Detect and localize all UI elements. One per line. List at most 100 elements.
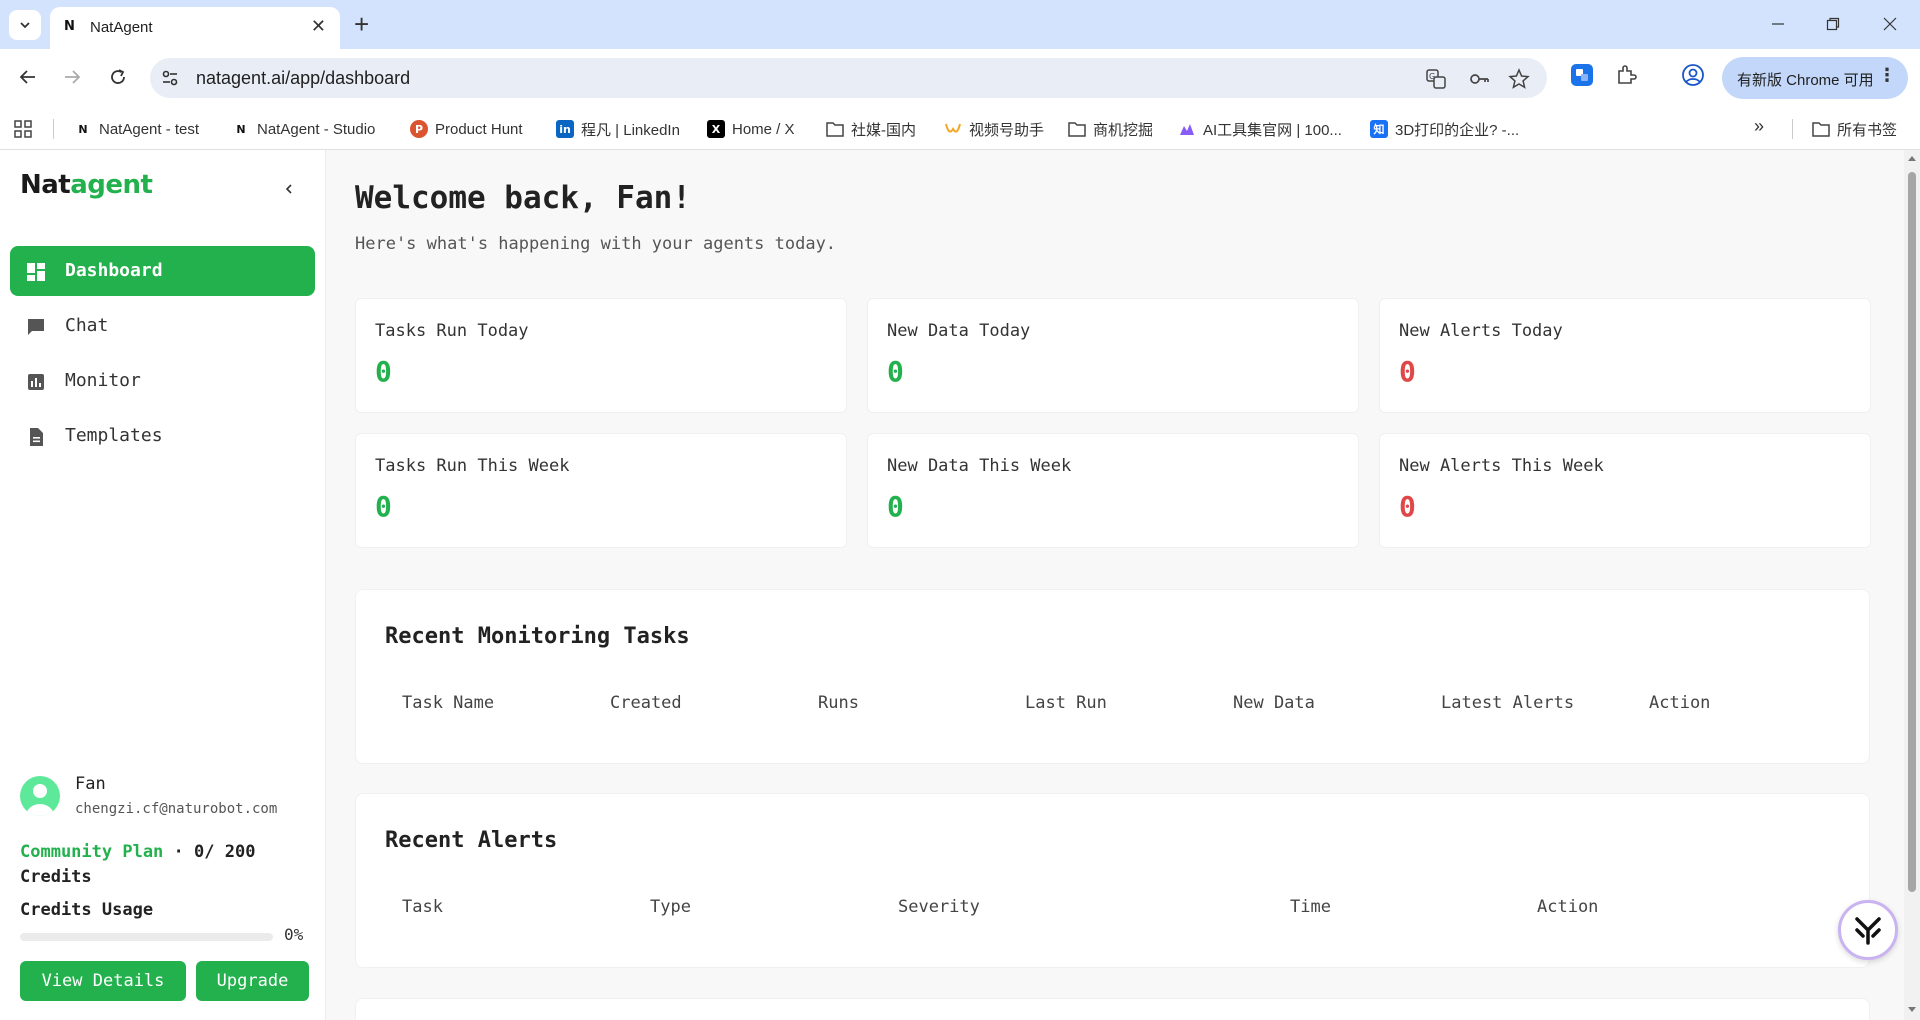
credits-usage-label: Credits Usage bbox=[20, 900, 154, 920]
bookmarks-bar: N NatAgent - test N NatAgent - Studio P … bbox=[0, 108, 1920, 150]
new-tab-button[interactable]: + bbox=[354, 9, 369, 39]
apps-grid-icon[interactable] bbox=[14, 120, 32, 138]
stat-card-data-week: New Data This Week 0 bbox=[867, 433, 1359, 548]
natagent-favicon-icon: N bbox=[236, 122, 246, 136]
column-header: Latest Alerts bbox=[1441, 693, 1575, 713]
bookmark-label: 3D打印的企业? -... bbox=[1395, 121, 1520, 139]
bookmark-x-home[interactable]: X Home / X bbox=[707, 116, 795, 142]
stat-value: 0 bbox=[887, 355, 904, 388]
bookmark-label: Product Hunt bbox=[435, 120, 523, 138]
sidebar-item-dashboard[interactable]: Dashboard bbox=[10, 246, 315, 296]
templates-icon bbox=[30, 428, 43, 446]
translator-extension-icon[interactable] bbox=[1570, 63, 1594, 87]
bookmark-ai-tools[interactable]: AI工具集官网 | 100... bbox=[1178, 116, 1342, 142]
stat-card-alerts-week: New Alerts This Week 0 bbox=[1379, 433, 1871, 548]
folder-icon bbox=[826, 122, 844, 137]
tab-favicon: N bbox=[64, 19, 75, 34]
credits-usage-bar bbox=[20, 933, 273, 941]
bookmark-linkedin[interactable]: in 程凡 | LinkedIn bbox=[556, 116, 680, 142]
ai-tools-icon bbox=[1180, 124, 1194, 135]
url-text: natagent.ai/app/dashboard bbox=[196, 68, 411, 88]
forward-button[interactable] bbox=[56, 61, 88, 93]
sidebar-item-label: Monitor bbox=[65, 370, 141, 391]
upgrade-button[interactable]: Upgrade bbox=[196, 961, 309, 1001]
plan-summary: Community Plan · 0/ 200 Credits bbox=[20, 840, 310, 890]
stat-label: New Data This Week bbox=[887, 456, 1072, 476]
bookmark-product-hunt[interactable]: P Product Hunt bbox=[410, 116, 523, 142]
column-header: Runs bbox=[818, 693, 859, 713]
stat-card-alerts-today: New Alerts Today 0 bbox=[1379, 298, 1871, 413]
all-bookmarks-button[interactable]: 所有书签 bbox=[1812, 116, 1897, 142]
scrollbar-thumb[interactable] bbox=[1908, 172, 1916, 892]
sidebar-item-chat[interactable]: Chat bbox=[10, 301, 315, 351]
bookmark-zhihu[interactable]: 知 3D打印的企业? -... bbox=[1370, 116, 1519, 142]
assistant-floating-button[interactable] bbox=[1838, 900, 1898, 960]
sidebar-item-label: Chat bbox=[65, 315, 109, 336]
translate-icon[interactable]: G bbox=[1425, 68, 1447, 90]
plan-separator: · bbox=[163, 842, 195, 862]
column-header: Severity bbox=[898, 897, 980, 917]
product-hunt-icon: P bbox=[410, 120, 428, 138]
stat-value: 0 bbox=[1399, 355, 1416, 388]
chat-icon bbox=[28, 319, 44, 335]
browser-tab[interactable]: N NatAgent ✕ bbox=[50, 7, 340, 49]
reload-button[interactable] bbox=[102, 61, 134, 93]
bookmark-folder-social[interactable]: 社媒-国内 bbox=[826, 116, 916, 142]
bookmark-star-icon[interactable] bbox=[1508, 68, 1530, 90]
more-bookmarks-chevron-icon[interactable]: » bbox=[1754, 116, 1764, 137]
collapse-sidebar-button[interactable] bbox=[278, 178, 300, 200]
bookmark-folder-opportunity[interactable]: 商机挖掘 bbox=[1068, 116, 1153, 142]
bookmark-label: NatAgent - Studio bbox=[257, 120, 376, 138]
arrow-left-icon bbox=[19, 70, 35, 84]
column-header: New Data bbox=[1233, 693, 1315, 713]
view-details-button[interactable]: View Details bbox=[20, 961, 186, 1001]
bookmark-label: Home / X bbox=[732, 120, 795, 138]
natagent-favicon-icon: N bbox=[78, 122, 88, 136]
stat-label: New Alerts This Week bbox=[1399, 456, 1604, 476]
page-scrollbar[interactable] bbox=[1904, 150, 1920, 1020]
restore-button[interactable] bbox=[1823, 12, 1843, 36]
stat-label: New Alerts Today bbox=[1399, 321, 1563, 341]
recent-alerts-panel: Recent Alerts Task Type Severity Time Ac… bbox=[355, 793, 1870, 968]
address-bar[interactable]: natagent.ai/app/dashboard G bbox=[150, 58, 1547, 98]
bookmark-label: NatAgent - test bbox=[99, 120, 200, 138]
sidebar-item-label: Dashboard bbox=[65, 260, 163, 281]
sidebar-item-templates[interactable]: Templates bbox=[10, 411, 315, 461]
panel-title: Recent Monitoring Tasks bbox=[385, 624, 690, 649]
profile-icon[interactable] bbox=[1681, 63, 1705, 87]
back-button[interactable] bbox=[12, 61, 44, 93]
tab-search-button[interactable] bbox=[9, 10, 41, 40]
scroll-down-icon[interactable] bbox=[1907, 1006, 1917, 1014]
bookmarks-divider bbox=[1792, 119, 1793, 139]
extensions-puzzle-icon[interactable] bbox=[1615, 63, 1639, 87]
stat-value: 0 bbox=[1399, 490, 1416, 523]
column-header: Action bbox=[1537, 897, 1599, 917]
restore-icon bbox=[1826, 17, 1840, 31]
key-icon[interactable] bbox=[1468, 68, 1490, 90]
natagent-logo[interactable]: Natagent bbox=[20, 170, 153, 200]
minimize-button[interactable] bbox=[1768, 12, 1788, 36]
bookmark-label: 社媒-国内 bbox=[851, 121, 916, 139]
site-settings-icon[interactable] bbox=[160, 68, 180, 88]
bookmark-natagent-test[interactable]: N NatAgent - test bbox=[74, 116, 199, 142]
bookmark-label: 商机挖掘 bbox=[1093, 121, 1154, 139]
tab-close-icon[interactable]: ✕ bbox=[311, 16, 326, 37]
x-logo-icon: X bbox=[707, 120, 725, 138]
column-header: Task Name bbox=[402, 693, 495, 713]
bookmark-natagent-studio[interactable]: N NatAgent - Studio bbox=[232, 116, 375, 142]
avatar[interactable] bbox=[20, 776, 60, 816]
monitor-icon bbox=[28, 374, 44, 390]
scroll-up-icon[interactable] bbox=[1907, 154, 1917, 162]
close-icon bbox=[1883, 17, 1897, 31]
bookmark-channels-assistant[interactable]: 视频号助手 bbox=[944, 116, 1044, 142]
column-header: Time bbox=[1290, 897, 1331, 917]
close-window-button[interactable] bbox=[1880, 12, 1900, 36]
chrome-update-button[interactable]: 有新版 Chrome 可用 ⋮ bbox=[1722, 57, 1908, 99]
svg-text:G: G bbox=[1429, 72, 1435, 81]
next-panel-partial bbox=[355, 998, 1870, 1020]
folder-icon bbox=[1812, 122, 1830, 137]
user-avatar-icon bbox=[26, 784, 54, 816]
bookmark-label: 所有书签 bbox=[1837, 121, 1898, 139]
sidebar-item-monitor[interactable]: Monitor bbox=[10, 356, 315, 406]
logo-text-agent: agent bbox=[70, 170, 153, 200]
